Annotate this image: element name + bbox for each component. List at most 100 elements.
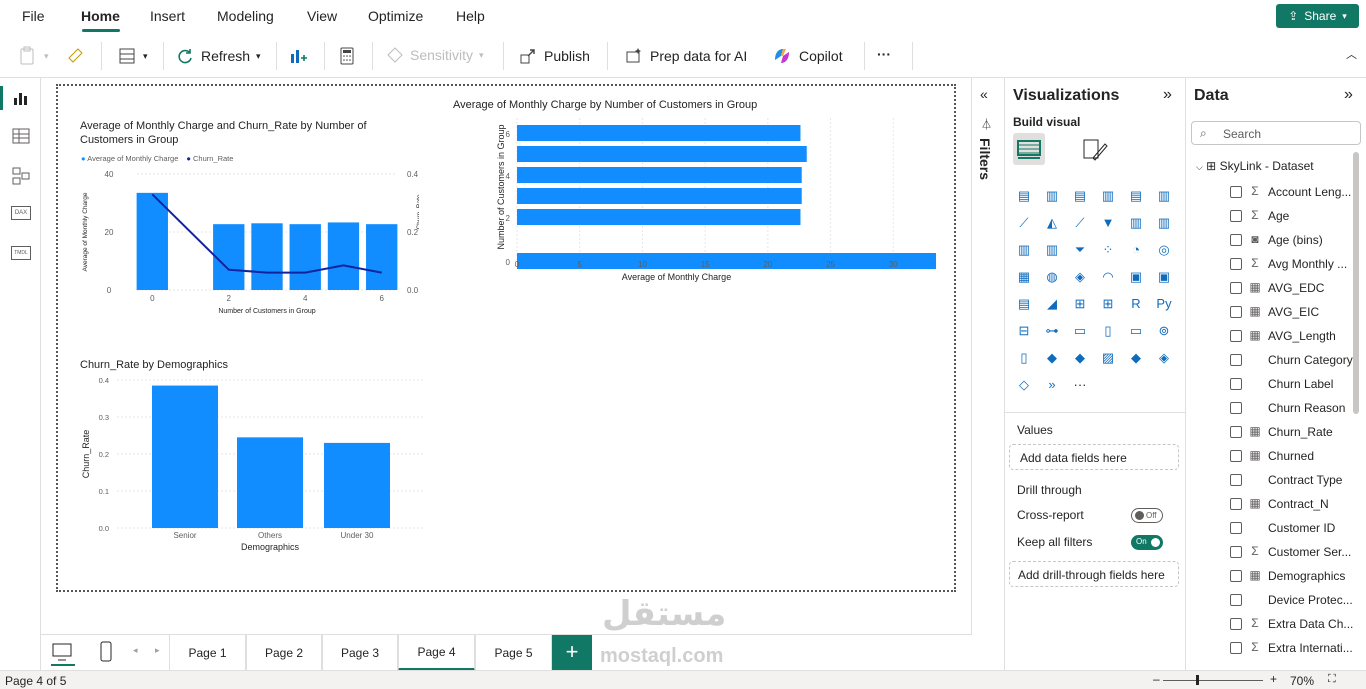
waterfall-visual-icon[interactable]: ▥ (1041, 239, 1063, 261)
tmdl-view-icon[interactable]: TMDL (11, 246, 31, 266)
get-data-button[interactable]: ▾ (117, 46, 148, 66)
collapse-pane-icon[interactable]: » (1163, 86, 1172, 104)
page-tab[interactable]: Page 2 (246, 635, 322, 671)
refresh-button[interactable]: Refresh ▾ (175, 46, 261, 66)
scroll-right-icon[interactable]: ▸ (155, 645, 160, 656)
field-row[interactable]: Customer ID (1186, 519, 1351, 537)
treemap-visual-icon[interactable]: ▦ (1013, 266, 1035, 288)
keep-filters-toggle[interactable]: On (1131, 535, 1163, 550)
decomposition-visual-icon[interactable]: ⊶ (1041, 320, 1063, 342)
field-row[interactable]: ▦ AVG_Length (1186, 327, 1351, 345)
add-page-button[interactable]: + (552, 635, 592, 671)
gauge-visual-icon[interactable]: ◠ (1097, 266, 1119, 288)
pie-visual-icon[interactable]: ◔ (1125, 239, 1147, 261)
build-visual-tab[interactable] (1013, 133, 1045, 165)
prep-data-ai-button[interactable]: Prep data for AI (624, 46, 747, 66)
dax-query-view-icon[interactable]: DAX (11, 206, 31, 226)
field-checkbox[interactable] (1230, 498, 1242, 510)
filled-map-visual-icon[interactable]: ◈ (1069, 266, 1091, 288)
combo-chart[interactable]: 402000.40.20.00 2 4 6Number of Customers in… (79, 168, 419, 318)
zoom-in-button[interactable]: + (1270, 672, 1277, 686)
field-checkbox[interactable] (1230, 474, 1242, 486)
goals-visual-icon[interactable]: ⊚ (1153, 320, 1175, 342)
key-influencers-visual-icon[interactable]: ⊟ (1013, 320, 1035, 342)
field-checkbox[interactable] (1230, 378, 1242, 390)
report-view-icon[interactable] (11, 88, 31, 108)
field-checkbox[interactable] (1230, 306, 1242, 318)
field-checkbox[interactable] (1230, 402, 1242, 414)
page-tab[interactable]: Page 3 (322, 635, 398, 671)
publish-button[interactable]: Publish (518, 46, 590, 66)
menu-home[interactable]: Home (81, 8, 120, 24)
100-bar-visual-icon[interactable]: ▤ (1125, 185, 1147, 207)
line-visual-icon[interactable]: ⟋ (1013, 212, 1035, 234)
page-tab[interactable]: Page 5 (475, 635, 552, 671)
field-row[interactable]: Σ Extra Data Ch... (1186, 615, 1353, 633)
field-checkbox[interactable] (1230, 282, 1242, 294)
ribbon-visual-icon[interactable]: ▼ (1097, 212, 1119, 234)
scroll-left-icon[interactable]: ◂ (133, 645, 138, 656)
field-row[interactable]: ◙ Age (bins) (1186, 231, 1351, 249)
share-button[interactable]: ⇪ Share ▾ (1276, 4, 1359, 28)
search-input[interactable]: ⌕ Search (1191, 121, 1361, 145)
drill-through-well[interactable]: Add drill-through fields here (1009, 561, 1179, 587)
menu-help[interactable]: Help (456, 8, 485, 24)
collapse-ribbon-icon[interactable]: ︿ (1346, 46, 1357, 62)
mobile-layout-button[interactable] (99, 641, 113, 668)
hbar-chart[interactable]: 642005101520253035Average of Monthly Cha… (446, 114, 936, 294)
fit-page-icon[interactable]: ⛶ (1328, 673, 1336, 686)
clustered-bar-visual-icon[interactable]: ▤ (1069, 185, 1091, 207)
more-options-button[interactable]: ··· (877, 46, 891, 62)
model-view-icon[interactable] (11, 166, 31, 186)
collapse-pane-icon[interactable]: » (1344, 86, 1353, 104)
field-row[interactable]: Σ Avg Monthly ... (1186, 255, 1351, 273)
field-row[interactable]: ▦ AVG_EIC (1186, 303, 1351, 321)
menu-file[interactable]: File (22, 8, 45, 24)
narrative-visual-icon[interactable]: ▯ (1097, 320, 1119, 342)
more-visual-icon[interactable]: ··· (1069, 374, 1091, 396)
image-visual-icon[interactable]: ▨ (1097, 347, 1119, 369)
clustered-column-visual-icon[interactable]: ▥ (1097, 185, 1119, 207)
format-visual-tab[interactable] (1081, 136, 1109, 169)
menu-modeling[interactable]: Modeling (217, 8, 274, 24)
power-automate-visual-icon[interactable]: ◆ (1069, 347, 1091, 369)
demographics-chart[interactable]: Senior Others Under 30 0.4 0.3 0.2 0.1 0.0 Demog… (79, 374, 429, 556)
report-icon-visual-icon[interactable]: ▯ (1013, 347, 1035, 369)
chevron-visual-icon[interactable]: » (1041, 374, 1063, 396)
r-visual-visual-icon[interactable]: R (1125, 293, 1147, 315)
field-row[interactable]: ▦ AVG_EDC (1186, 279, 1351, 297)
table-visual-icon[interactable]: ⊞ (1069, 293, 1091, 315)
kpi-visual-icon[interactable]: ▤ (1013, 293, 1035, 315)
new-visual-button[interactable] (288, 46, 308, 66)
field-checkbox[interactable] (1230, 570, 1242, 582)
100-column-visual-icon[interactable]: ▥ (1153, 185, 1175, 207)
waterfall-line-visual-icon[interactable]: ▥ (1125, 212, 1147, 234)
field-row[interactable]: Contract Type (1186, 471, 1351, 489)
copilot-button[interactable]: Copilot (771, 46, 843, 66)
field-checkbox[interactable] (1230, 354, 1242, 366)
field-row[interactable]: Σ Account Leng... (1186, 183, 1351, 201)
map-visual-icon[interactable]: ◍ (1041, 266, 1063, 288)
field-row[interactable]: Σ Extra Internati... (1186, 639, 1353, 657)
dataset-node[interactable]: ⌵ ⊞ SkyLink - Dataset (1196, 159, 1314, 173)
cross-report-toggle[interactable]: Off (1131, 508, 1163, 523)
scatter-visual-icon[interactable]: ⁘ (1097, 239, 1119, 261)
key-influencers-2-visual-icon[interactable]: ◆ (1125, 347, 1147, 369)
field-checkbox[interactable] (1230, 210, 1242, 222)
field-row[interactable]: ▦ Contract_N (1186, 495, 1351, 513)
card-visual-icon[interactable]: ▣ (1125, 266, 1147, 288)
line-column-visual-icon[interactable]: ▥ (1153, 212, 1175, 234)
funnel-visual-icon[interactable]: ⏷ (1069, 239, 1091, 261)
expand-pane-icon[interactable]: « (980, 86, 988, 102)
field-checkbox[interactable] (1230, 522, 1242, 534)
area-visual-icon[interactable]: ◭ (1041, 212, 1063, 234)
sensitivity-button[interactable]: Sensitivity ▾ (386, 46, 484, 64)
azure-map-visual-icon[interactable]: ◈ (1153, 347, 1175, 369)
field-row[interactable]: ▦ Churn_Rate (1186, 423, 1351, 441)
field-row[interactable]: Device Protec... (1186, 591, 1353, 609)
matrix-visual-icon[interactable]: ⊞ (1097, 293, 1119, 315)
format-painter-button[interactable] (66, 46, 86, 66)
zoom-slider[interactable] (1163, 680, 1263, 681)
field-row[interactable]: ▦ Churned (1186, 447, 1351, 465)
line-clustered-visual-icon[interactable]: ▥ (1013, 239, 1035, 261)
